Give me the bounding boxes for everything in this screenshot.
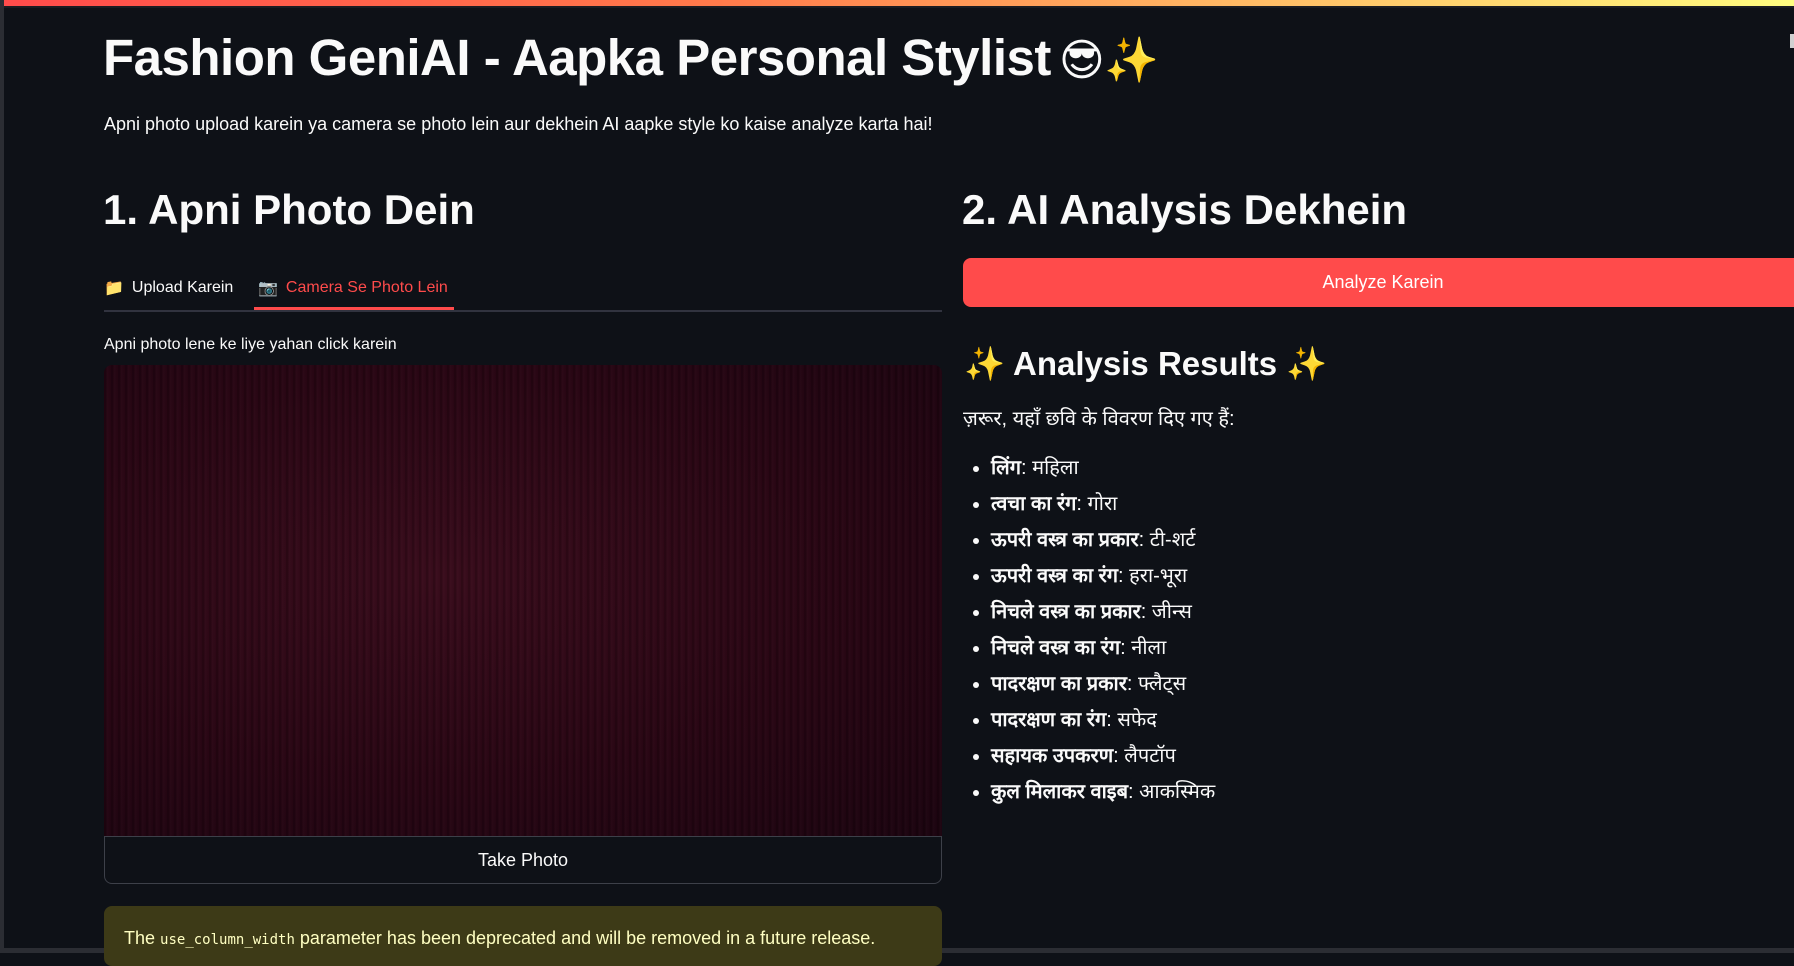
folder-icon: 📁 [104,280,124,297]
results-title: ✨ Analysis Results ✨ [964,345,1328,382]
photo-source-tabs: 📁 Upload Karein 📷 Camera Se Photo Lein [104,268,942,312]
photo-section-heading: 1. Apni Photo Dein [103,186,475,233]
camera-preview[interactable] [104,365,942,836]
page-title: Fashion GeniAI - Aapka Personal Stylist 😎… [103,26,1159,93]
result-key: पादरक्षण का प्रकार [991,673,1127,695]
result-value: जीन्स [1151,601,1192,623]
result-key: त्वचा का रंग [991,493,1077,515]
result-value: गोरा [1087,493,1118,515]
result-key: सहायक उपकरण [991,745,1114,767]
page-title-text: Fashion GeniAI - Aapka Personal Stylist [103,29,1051,86]
result-item-bottom-type: निचले वस्त्र का प्रकार: जीन्स [991,594,1215,630]
result-value: सफेद [1117,709,1157,731]
result-item-top-color: ऊपरी वस्त्र का रंग: हरा-भूरा [991,558,1215,594]
tab-camera[interactable]: 📷 Camera Se Photo Lein [254,268,454,310]
result-item-gender: लिंग: महिला [991,450,1215,486]
warning-suffix: parameter has been deprecated and will b… [294,928,876,948]
page-subtitle: Apni photo upload karein ya camera se ph… [104,114,933,134]
tab-camera-label: Camera Se Photo Lein [285,279,448,296]
result-key: ऊपरी वस्त्र का रंग [991,565,1119,587]
scrollbar-thumb[interactable] [1790,34,1794,48]
result-value: महिला [1032,457,1079,479]
result-key: निचले वस्त्र का रंग [991,637,1121,659]
title-emoji-icon: 😎✨ [1058,36,1159,85]
take-photo-button[interactable]: Take Photo [104,836,942,884]
result-item-skin-tone: त्वचा का रंग: गोरा [991,486,1215,522]
result-item-bottom-color: निचले वस्त्र का रंग: नीला [991,630,1215,666]
camera-icon: 📷 [258,280,278,297]
result-key: ऊपरी वस्त्र का प्रकार [991,529,1139,551]
analyze-button[interactable]: Analyze Karein [963,258,1794,307]
result-key: लिंग [991,457,1021,479]
result-item-overall-vibe: कुल मिलाकर वाइब: आकस्मिक [991,774,1215,810]
result-item-accessory: सहायक उपकरण: लैपटॉप [991,738,1215,774]
camera-input-label: Apni photo lene ke liye yahan click kare… [104,336,397,353]
result-value: नीला [1131,637,1167,659]
tab-upload-label: Upload Karein [131,279,234,296]
warning-prefix: The [124,928,161,948]
results-list: लिंग: महिला त्वचा का रंग: गोरा ऊपरी वस्त… [963,450,1215,810]
top-divider [0,6,1794,8]
result-key: निचले वस्त्र का प्रकार [991,601,1141,623]
warning-code: use_column_width [160,932,295,948]
result-value: फ्लैट्स [1138,673,1187,695]
result-value: टी-शर्ट [1149,529,1196,551]
result-key: पादरक्षण का रंग [991,709,1107,731]
result-value: आकस्मिक [1139,781,1216,803]
tab-upload[interactable]: 📁 Upload Karein [104,268,233,308]
result-item-top-type: ऊपरी वस्त्र का प्रकार: टी-शर्ट [991,522,1215,558]
analysis-section-heading: 2. AI Analysis Dekhein [962,186,1408,233]
result-value: हरा-भूरा [1129,565,1188,587]
deprecation-warning: The use_column_width parameter has been … [104,906,942,966]
window-left-border [0,0,4,953]
result-key: कुल मिलाकर वाइब [991,781,1128,803]
result-value: लैपटॉप [1124,745,1176,767]
result-item-footwear-type: पादरक्षण का प्रकार: फ्लैट्स [991,666,1215,702]
results-intro: ज़रूर, यहाँ छवि के विवरण दिए गए हैं: [963,408,1235,430]
result-item-footwear-color: पादरक्षण का रंग: सफेद [991,702,1215,738]
